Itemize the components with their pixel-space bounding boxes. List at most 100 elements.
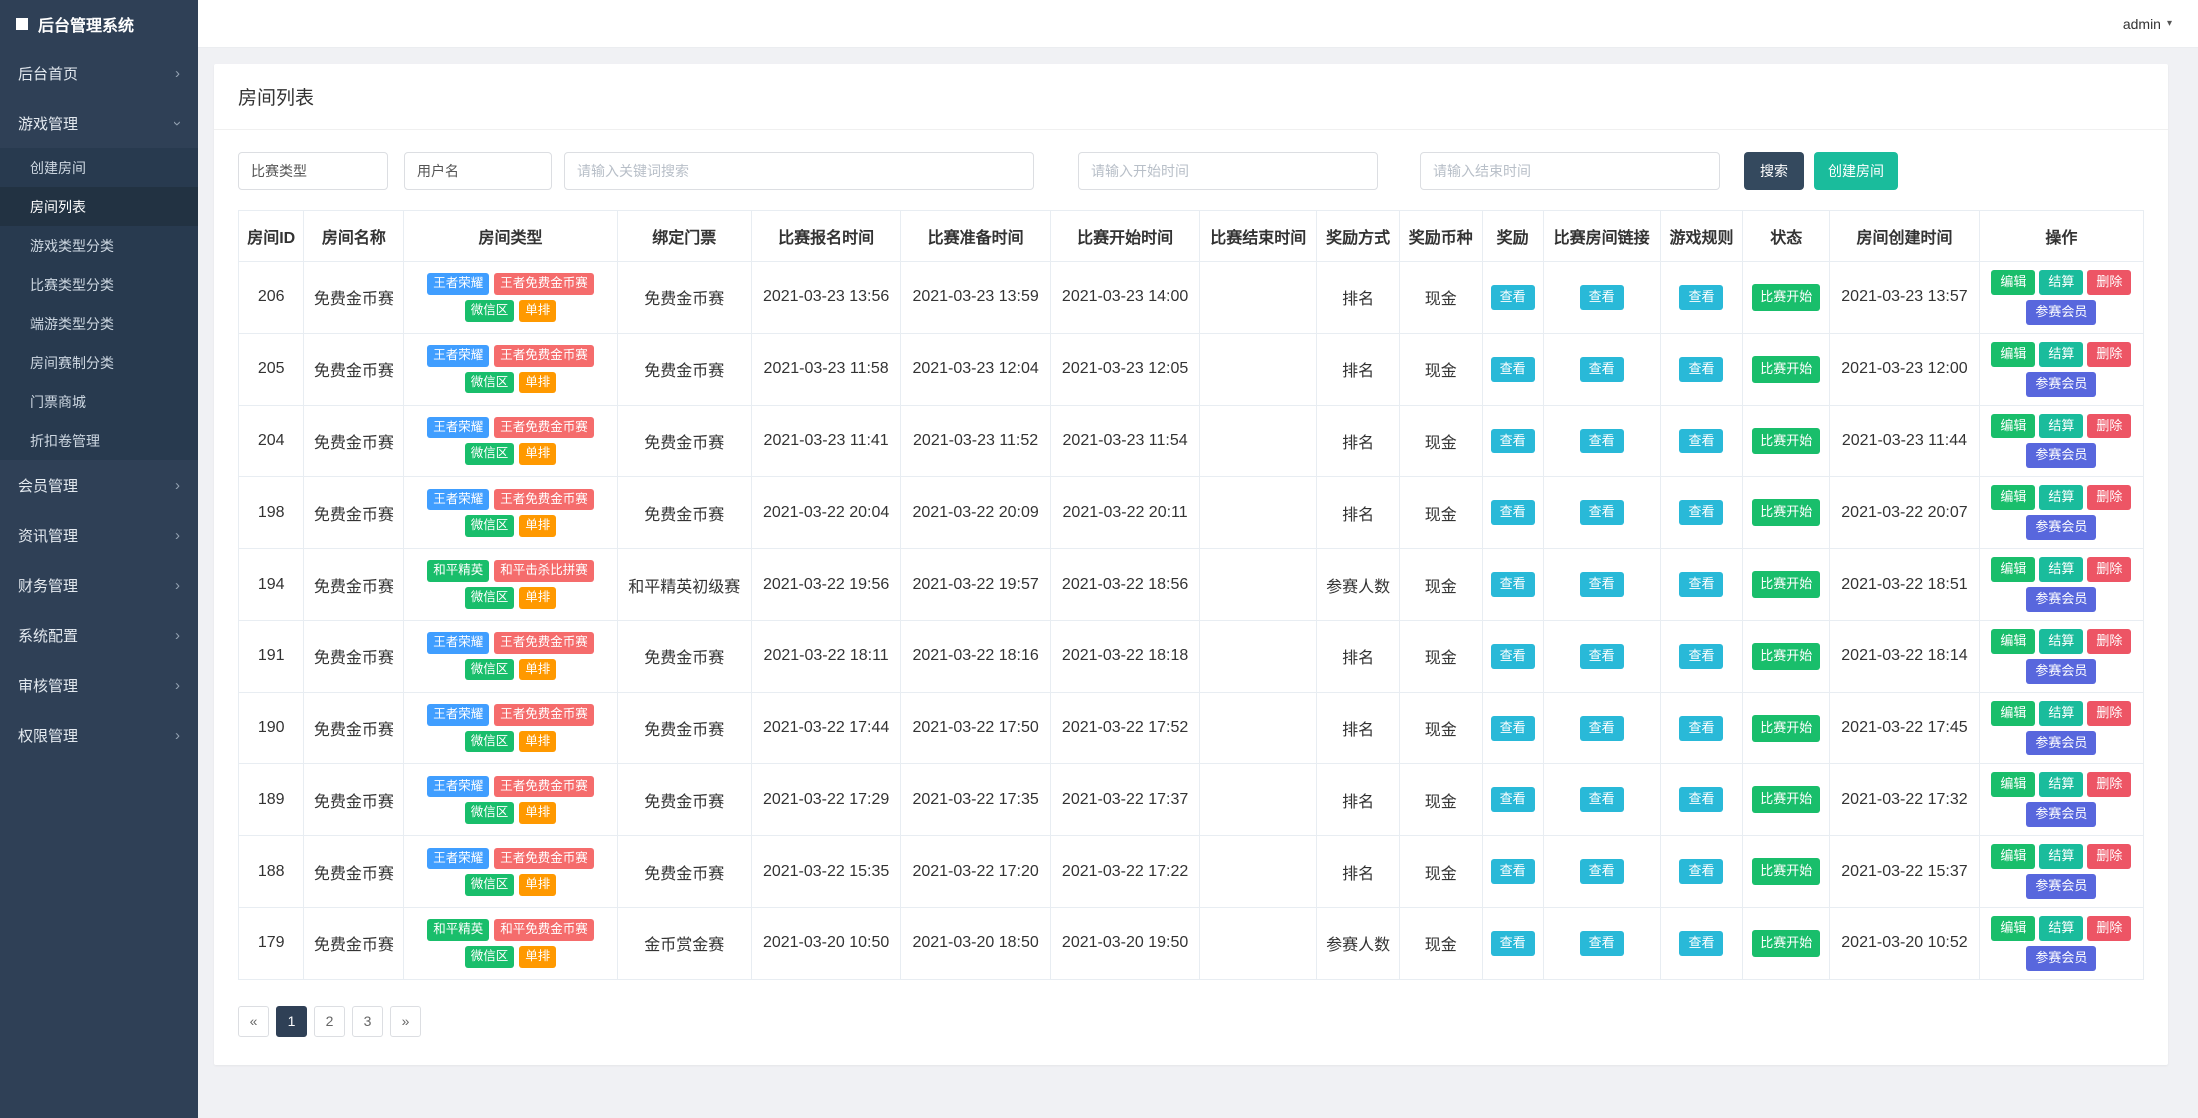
sidebar-item[interactable]: 权限管理 ›: [0, 710, 198, 760]
members-button[interactable]: 参赛会员: [2026, 730, 2097, 756]
members-button[interactable]: 参赛会员: [2026, 515, 2097, 541]
status-badge[interactable]: 比赛开始: [1752, 355, 1821, 383]
members-button[interactable]: 参赛会员: [2026, 371, 2097, 397]
game-rules-view-button[interactable]: 查看: [1679, 356, 1724, 382]
sidebar-item[interactable]: 资讯管理 ›: [0, 510, 198, 560]
reward-view-button[interactable]: 查看: [1490, 572, 1535, 597]
create-room-button[interactable]: 创建房间: [1814, 152, 1898, 190]
settle-button[interactable]: 结算: [2039, 341, 2084, 367]
members-button[interactable]: 参赛会员: [2026, 874, 2097, 900]
settle-button[interactable]: 结算: [2039, 413, 2084, 439]
edit-button[interactable]: 编辑: [1991, 916, 2036, 941]
pagination-next[interactable]: »: [390, 1005, 421, 1037]
edit-button[interactable]: 编辑: [1991, 485, 2036, 511]
edit-button[interactable]: 编辑: [1991, 557, 2036, 583]
reward-view-button[interactable]: 查看: [1490, 643, 1535, 669]
sidebar-item[interactable]: 系统配置 ›: [0, 610, 198, 660]
sidebar-subitem[interactable]: 折扣卷管理: [0, 421, 198, 460]
sidebar-subitem[interactable]: 游戏类型分类: [0, 226, 198, 265]
user-menu[interactable]: admin ▾: [2123, 16, 2172, 32]
settle-button[interactable]: 结算: [2039, 772, 2084, 798]
game-rules-view-button[interactable]: 查看: [1679, 500, 1724, 526]
status-badge[interactable]: 比赛开始: [1752, 427, 1821, 455]
edit-button[interactable]: 编辑: [1991, 413, 2036, 439]
game-rules-view-button[interactable]: 查看: [1679, 787, 1724, 813]
sidebar-subitem[interactable]: 房间赛制分类: [0, 343, 198, 382]
room-link-view-button[interactable]: 查看: [1579, 500, 1624, 526]
edit-button[interactable]: 编辑: [1991, 628, 2036, 654]
delete-button[interactable]: 删除: [2087, 485, 2132, 511]
reward-view-button[interactable]: 查看: [1490, 715, 1535, 741]
keyword-input[interactable]: [564, 152, 1034, 190]
reward-view-button[interactable]: 查看: [1490, 500, 1535, 526]
members-button[interactable]: 参赛会员: [2026, 299, 2097, 325]
reward-view-button[interactable]: 查看: [1490, 428, 1535, 454]
sidebar-subitem[interactable]: 创建房间: [0, 148, 198, 187]
settle-button[interactable]: 结算: [2039, 557, 2084, 583]
delete-button[interactable]: 删除: [2087, 844, 2132, 870]
status-badge[interactable]: 比赛开始: [1752, 858, 1821, 886]
settle-button[interactable]: 结算: [2039, 916, 2084, 941]
sidebar-item[interactable]: 财务管理 ›: [0, 560, 198, 610]
room-link-view-button[interactable]: 查看: [1579, 859, 1624, 885]
sidebar-subitem[interactable]: 端游类型分类: [0, 304, 198, 343]
settle-button[interactable]: 结算: [2039, 844, 2084, 870]
reward-view-button[interactable]: 查看: [1490, 859, 1535, 885]
edit-button[interactable]: 编辑: [1991, 341, 2036, 367]
end-time-input[interactable]: [1420, 152, 1720, 190]
room-link-view-button[interactable]: 查看: [1579, 715, 1624, 741]
game-rules-view-button[interactable]: 查看: [1679, 930, 1724, 956]
members-button[interactable]: 参赛会员: [2026, 443, 2097, 469]
room-link-view-button[interactable]: 查看: [1579, 356, 1624, 382]
game-rules-view-button[interactable]: 查看: [1679, 572, 1724, 597]
delete-button[interactable]: 删除: [2087, 413, 2132, 439]
settle-button[interactable]: 结算: [2039, 628, 2084, 654]
delete-button[interactable]: 删除: [2087, 772, 2132, 798]
game-rules-view-button[interactable]: 查看: [1679, 284, 1724, 310]
status-badge[interactable]: 比赛开始: [1752, 786, 1821, 814]
delete-button[interactable]: 删除: [2087, 628, 2132, 654]
delete-button[interactable]: 删除: [2087, 557, 2132, 583]
status-badge[interactable]: 比赛开始: [1752, 642, 1821, 670]
reward-view-button[interactable]: 查看: [1490, 930, 1535, 956]
edit-button[interactable]: 编辑: [1991, 700, 2036, 726]
delete-button[interactable]: 删除: [2087, 700, 2132, 726]
settle-button[interactable]: 结算: [2039, 270, 2084, 295]
pagination-prev[interactable]: «: [238, 1005, 269, 1037]
sidebar-subitem[interactable]: 门票商城: [0, 382, 198, 421]
delete-button[interactable]: 删除: [2087, 270, 2132, 295]
sidebar-item[interactable]: 会员管理 ›: [0, 460, 198, 510]
room-link-view-button[interactable]: 查看: [1579, 428, 1624, 454]
start-time-input[interactable]: [1078, 152, 1378, 190]
reward-view-button[interactable]: 查看: [1490, 284, 1535, 310]
members-button[interactable]: 参赛会员: [2026, 945, 2097, 971]
sidebar-subitem[interactable]: 比赛类型分类: [0, 265, 198, 304]
reward-view-button[interactable]: 查看: [1490, 356, 1535, 382]
game-rules-view-button[interactable]: 查看: [1679, 643, 1724, 669]
edit-button[interactable]: 编辑: [1991, 844, 2036, 870]
sidebar-subitem[interactable]: 房间列表: [0, 187, 198, 226]
status-badge[interactable]: 比赛开始: [1752, 571, 1821, 598]
room-link-view-button[interactable]: 查看: [1579, 930, 1624, 956]
members-button[interactable]: 参赛会员: [2026, 587, 2097, 612]
status-badge[interactable]: 比赛开始: [1752, 499, 1821, 527]
delete-button[interactable]: 删除: [2087, 916, 2132, 941]
game-rules-view-button[interactable]: 查看: [1679, 428, 1724, 454]
delete-button[interactable]: 删除: [2087, 341, 2132, 367]
sidebar-item[interactable]: 后台首页 ›: [0, 48, 198, 98]
pagination-page-2[interactable]: 2: [314, 1005, 345, 1037]
game-rules-view-button[interactable]: 查看: [1679, 715, 1724, 741]
members-button[interactable]: 参赛会员: [2026, 658, 2097, 684]
reward-view-button[interactable]: 查看: [1490, 787, 1535, 813]
sidebar-item[interactable]: 审核管理 ›: [0, 660, 198, 710]
status-badge[interactable]: 比赛开始: [1752, 714, 1821, 742]
room-link-view-button[interactable]: 查看: [1579, 284, 1624, 310]
settle-button[interactable]: 结算: [2039, 700, 2084, 726]
edit-button[interactable]: 编辑: [1991, 772, 2036, 798]
search-button[interactable]: 搜索: [1744, 152, 1804, 190]
game-rules-view-button[interactable]: 查看: [1679, 859, 1724, 885]
pagination-page-3[interactable]: 3: [352, 1005, 383, 1037]
status-badge[interactable]: 比赛开始: [1752, 929, 1821, 957]
match-type-select[interactable]: 比赛类型: [238, 152, 388, 190]
sidebar-item[interactable]: 游戏管理 ›: [0, 98, 198, 148]
